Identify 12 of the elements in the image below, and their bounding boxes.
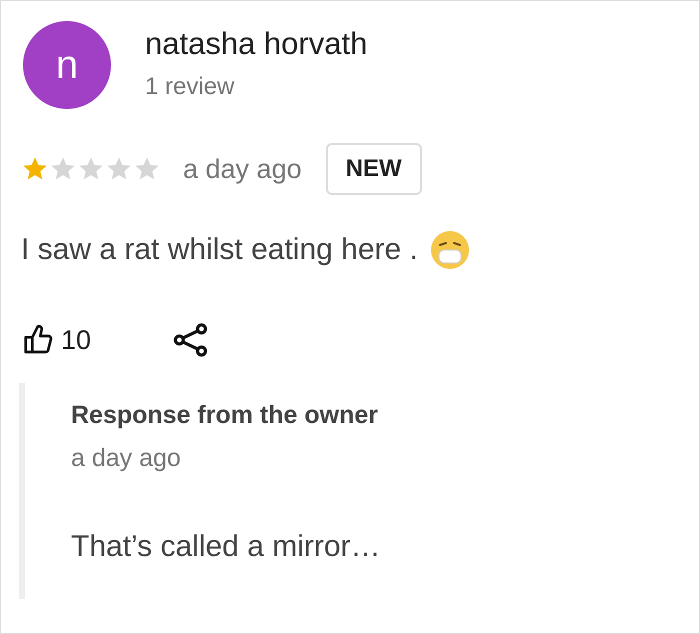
response-title: Response from the owner bbox=[71, 400, 379, 430]
thumbs-up-icon[interactable] bbox=[23, 324, 55, 356]
avatar: n bbox=[23, 21, 111, 109]
review-count: 1 review bbox=[145, 72, 236, 102]
review-text: I saw a rat whilst eating here . bbox=[21, 232, 418, 268]
author-name: natasha horvath bbox=[145, 25, 368, 63]
review-time: a day ago bbox=[183, 152, 302, 186]
new-badge: NEW bbox=[326, 143, 422, 195]
response-text: That’s called a mirror… bbox=[71, 528, 382, 564]
like-count: 10 bbox=[61, 324, 92, 357]
mask-emoji-icon bbox=[430, 230, 470, 270]
response-time: a day ago bbox=[71, 443, 182, 474]
